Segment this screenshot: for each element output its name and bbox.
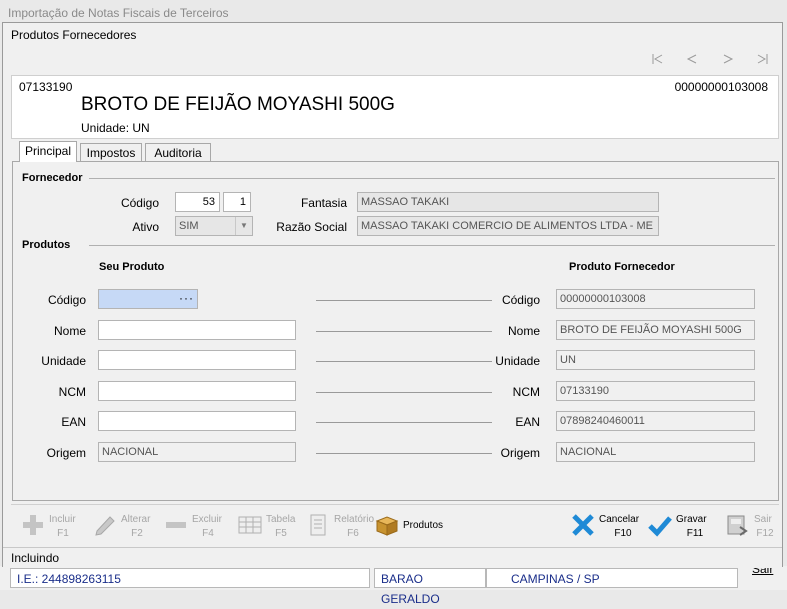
fornecedor-section-title: Fornecedor [22, 172, 83, 184]
produtos-divider [89, 245, 775, 246]
supplier-ean-label: EAN [515, 415, 540, 429]
own-codigo-label: Código [47, 293, 86, 307]
background-window-title: Importação de Notas Fiscais de Terceiros [8, 6, 229, 20]
fantasia-label: Fantasia [300, 196, 347, 210]
fornecedor-ativo-label: Ativo [132, 220, 159, 234]
codigo-connector [316, 300, 492, 301]
supplier-unidade-input[interactable]: UN [556, 350, 755, 370]
ncm-connector [316, 392, 492, 393]
status-bar: Incluindo [3, 547, 782, 568]
fantasia-input[interactable]: MASSAO TAKAKI [357, 192, 659, 212]
gravar-button[interactable]: Gravar F11 [648, 511, 710, 543]
principal-panel: Fornecedor Código 53 1 Ativo SIM ▼ Fanta… [12, 161, 779, 501]
own-ean-label: EAN [61, 415, 86, 429]
nome-connector [316, 331, 492, 332]
origem-connector [316, 453, 492, 454]
supplier-codigo-input[interactable]: 00000000103008 [556, 289, 755, 309]
ie-field: I.E.: 244898263115 [10, 568, 370, 588]
header-product-name: BROTO DE FEIJÃO MOYASHI 500G [81, 94, 395, 115]
fornecedor-ativo-select[interactable]: SIM ▼ [175, 216, 253, 236]
own-origem-input[interactable]: NACIONAL [98, 442, 296, 462]
tabela-button[interactable]: Tabela F5 [238, 511, 296, 543]
prev-record-icon[interactable] [685, 53, 699, 65]
header-unit-value: UN [132, 121, 150, 135]
tab-principal[interactable]: Principal [19, 141, 77, 162]
ativo-value: SIM [179, 220, 199, 232]
header-unit: Unidade: UN [81, 121, 150, 135]
product-header: 07133190 00000000103008 BROTO DE FEIJÃO … [11, 75, 779, 139]
fornecedor-divider [89, 178, 775, 179]
supplier-ean-input[interactable]: 07898240460011 [556, 411, 755, 431]
district-field: BARAO GERALDO [374, 568, 486, 606]
status-text: Incluindo [11, 551, 60, 565]
ellipsis-icon[interactable]: ··· [179, 290, 194, 307]
supplier-unidade-label: Unidade [495, 354, 540, 368]
tab-impostos[interactable]: Impostos [80, 143, 142, 161]
last-record-icon[interactable] [755, 53, 769, 65]
supplier-ncm-input[interactable]: 07133190 [556, 381, 755, 401]
own-ncm-label: NCM [58, 385, 86, 399]
header-ncm: 07133190 [19, 80, 73, 94]
own-ean-input[interactable] [98, 411, 296, 431]
own-origem-label: Origem [46, 446, 86, 460]
excluir-button[interactable]: Excluir F4 [164, 511, 224, 543]
next-record-icon[interactable] [721, 53, 735, 65]
fornecedor-codigo-seq-input[interactable]: 1 [223, 192, 251, 212]
incluir-button[interactable]: Incluir F1 [21, 511, 77, 543]
fornecedor-codigo-label: Código [120, 196, 159, 210]
produtos-fornecedores-dialog: Produtos Fornecedores 07133190 000000001… [2, 22, 783, 568]
supplier-origem-input[interactable]: NACIONAL [556, 442, 755, 462]
sair-button[interactable]: Sair F12 [726, 511, 776, 543]
header-unit-label: Unidade: [81, 121, 130, 135]
seu-produto-header: Seu Produto [99, 261, 165, 273]
own-nome-label: Nome [53, 324, 86, 338]
city-field: CAMPINAS / SP [486, 568, 738, 588]
relatorio-button[interactable]: Relatório F6 [306, 511, 374, 543]
header-reference: 00000000103008 [674, 80, 768, 94]
own-ncm-input[interactable] [98, 381, 296, 401]
own-unidade-label: Unidade [41, 354, 86, 368]
alterar-button[interactable]: Alterar F2 [93, 511, 153, 543]
supplier-codigo-label: Código [501, 293, 540, 307]
fornecedor-codigo-input[interactable]: 53 [175, 192, 220, 212]
dialog-title: Produtos Fornecedores [11, 28, 137, 42]
ean-connector [316, 422, 492, 423]
tab-auditoria[interactable]: Auditoria [145, 143, 211, 161]
produto-fornecedor-header: Produto Fornecedor [569, 261, 675, 273]
supplier-origem-label: Origem [500, 446, 540, 460]
chevron-down-icon[interactable]: ▼ [235, 217, 252, 235]
own-unidade-input[interactable] [98, 350, 296, 370]
produtos-section-title: Produtos [22, 239, 71, 251]
box-icon [375, 516, 399, 536]
first-record-icon[interactable] [651, 53, 665, 65]
own-nome-input[interactable] [98, 320, 296, 340]
cancelar-button[interactable]: Cancelar F10 [571, 511, 639, 543]
razao-social-label: Razão Social [276, 220, 347, 234]
produtos-button[interactable]: Produtos [375, 511, 447, 543]
razao-social-input[interactable]: MASSAO TAKAKI COMERCIO DE ALIMENTOS LTDA… [357, 216, 659, 236]
supplier-nome-label: Nome [507, 324, 540, 338]
supplier-ncm-label: NCM [512, 385, 540, 399]
supplier-nome-input[interactable]: BROTO DE FEIJÃO MOYASHI 500G [556, 320, 755, 340]
unidade-connector [316, 361, 492, 362]
action-toolbar: Incluir F1 Alterar F2 Excluir F4 Tabela … [11, 504, 779, 547]
own-codigo-input[interactable]: ··· [98, 289, 198, 309]
